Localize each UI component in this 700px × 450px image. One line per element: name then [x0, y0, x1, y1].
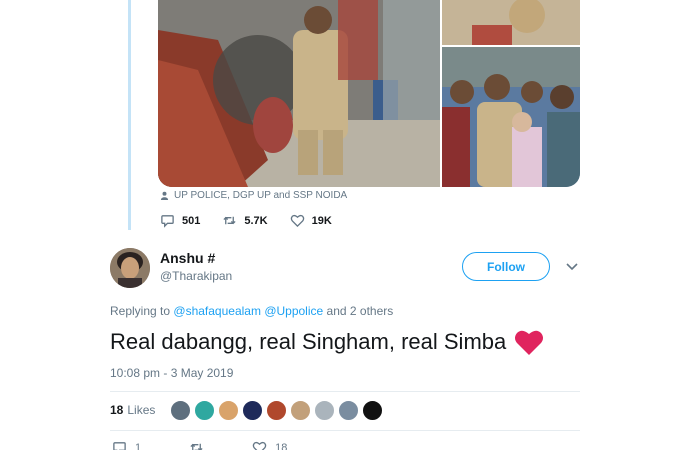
chevron-down-icon[interactable]	[566, 262, 578, 272]
tweet-text: Real dabangg, real Singham, real Simba	[110, 328, 544, 356]
divider	[110, 430, 580, 431]
liker-avatar[interactable]	[314, 400, 335, 421]
replying-to: Replying to @shafaquealam @Uppolice and …	[110, 304, 393, 318]
like-action[interactable]: 18	[252, 440, 287, 450]
reply-icon	[113, 442, 126, 450]
photo-officer-with-gas-cylinder[interactable]	[158, 0, 440, 187]
photo-officer-top[interactable]	[442, 0, 580, 45]
liker-avatar[interactable]	[362, 400, 383, 421]
red-heart-icon	[515, 330, 544, 355]
reply-action[interactable]: 1	[112, 440, 141, 450]
liker-avatar[interactable]	[290, 400, 311, 421]
retweet-icon	[190, 443, 203, 450]
replying-prefix: Replying to	[110, 304, 171, 318]
liker-avatar[interactable]	[194, 400, 215, 421]
like-count: 18	[275, 441, 288, 450]
retweet-icon	[223, 216, 236, 225]
liker-avatar[interactable]	[242, 400, 263, 421]
retweet-count: 5.7K	[244, 214, 268, 227]
tagged-users-text: UP POLICE, DGP UP and SSP NOIDA	[174, 190, 348, 201]
retweet-action[interactable]: 5.7K	[222, 213, 268, 228]
replying-suffix[interactable]: and 2 others	[327, 304, 394, 318]
heart-outline-icon	[290, 214, 304, 228]
likes-label: Likes	[127, 403, 156, 417]
liker-avatars	[170, 400, 383, 421]
reply-count: 1	[135, 441, 142, 450]
tweet-body: Real dabangg, real Singham, real Simba	[110, 329, 507, 354]
liker-avatar[interactable]	[338, 400, 359, 421]
display-name[interactable]: Anshu #	[160, 250, 215, 266]
avatar[interactable]	[110, 248, 150, 288]
reply-count: 501	[182, 214, 201, 227]
photo-officer-holding-baby[interactable]	[442, 47, 580, 187]
liker-avatar[interactable]	[218, 400, 239, 421]
mention-link-2[interactable]: @Uppolice	[264, 304, 323, 318]
mention-link-1[interactable]: @shafaquealam	[173, 304, 261, 318]
user-handle[interactable]: @Tharakipan	[160, 269, 232, 283]
liker-avatar[interactable]	[170, 400, 191, 421]
tweet-timestamp[interactable]: 10:08 pm - 3 May 2019	[110, 366, 233, 380]
like-count: 19K	[311, 214, 332, 227]
likes-count: 18	[110, 403, 124, 417]
tagged-users[interactable]: UP POLICE, DGP UP and SSP NOIDA	[160, 190, 347, 201]
liker-avatar[interactable]	[266, 400, 287, 421]
heart-outline-icon	[252, 441, 267, 450]
quoted-tweet-actions: 501 5.7K 19K	[160, 213, 354, 228]
retweet-action[interactable]	[189, 440, 204, 450]
thread-connector-line	[128, 0, 131, 230]
like-action[interactable]: 19K	[290, 213, 332, 228]
divider	[110, 391, 580, 392]
person-icon	[160, 191, 169, 200]
follow-button[interactable]: Follow	[462, 252, 550, 281]
reply-action[interactable]: 501	[160, 213, 200, 228]
reply-icon	[161, 215, 174, 228]
tweet-media-grid[interactable]	[158, 0, 580, 187]
reply-tweet-actions: 1 18	[112, 440, 335, 450]
likes-summary[interactable]: 18 Likes	[110, 403, 155, 417]
